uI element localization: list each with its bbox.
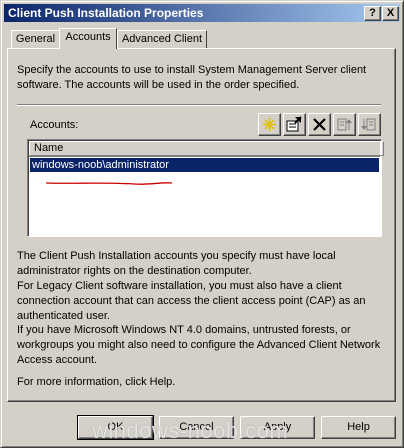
red-annotation-underline xyxy=(45,182,173,185)
column-header-row: Name xyxy=(29,141,384,157)
delete-x-icon xyxy=(313,118,326,131)
close-title-button[interactable]: X xyxy=(382,6,399,21)
window-title: Client Push Installation Properties xyxy=(8,6,204,20)
accounts-label: Accounts: xyxy=(30,119,79,131)
help-title-button[interactable]: ? xyxy=(364,6,381,21)
move-down-icon xyxy=(361,118,376,131)
cancel-button[interactable]: Cancel xyxy=(159,416,234,439)
tab-accounts[interactable]: Accounts xyxy=(59,28,117,49)
apply-button[interactable]: Apply xyxy=(240,416,315,439)
ok-button[interactable]: OK xyxy=(77,415,154,440)
move-down-button[interactable] xyxy=(358,113,381,136)
account-row[interactable]: windows-noob\administrator xyxy=(29,157,380,173)
intro-text: Specify the accounts to use to install S… xyxy=(17,64,367,91)
properties-button[interactable] xyxy=(283,113,306,136)
title-bar[interactable]: Client Push Installation Properties ? X xyxy=(4,4,400,22)
new-account-button[interactable] xyxy=(258,113,281,136)
nt4-domains-note: If you have Microsoft Windows NT 4.0 dom… xyxy=(17,324,381,366)
move-up-button[interactable] xyxy=(333,113,356,136)
move-up-icon xyxy=(337,118,352,131)
properties-icon xyxy=(286,116,302,132)
help-note: For more information, click Help. xyxy=(17,376,176,388)
tab-general[interactable]: General xyxy=(11,30,60,49)
separator-line xyxy=(17,104,381,106)
new-star-icon xyxy=(263,118,276,131)
tab-advanced-client[interactable]: Advanced Client xyxy=(117,30,207,49)
help-button[interactable]: Help xyxy=(321,416,396,439)
rights-note: The Client Push Installation accounts yo… xyxy=(17,250,336,277)
delete-button[interactable] xyxy=(308,113,331,136)
column-header-name[interactable]: Name xyxy=(29,141,384,156)
legacy-client-note: For Legacy Client software installation,… xyxy=(17,280,366,322)
accounts-list[interactable]: Name windows-noob\administrator xyxy=(27,139,384,237)
